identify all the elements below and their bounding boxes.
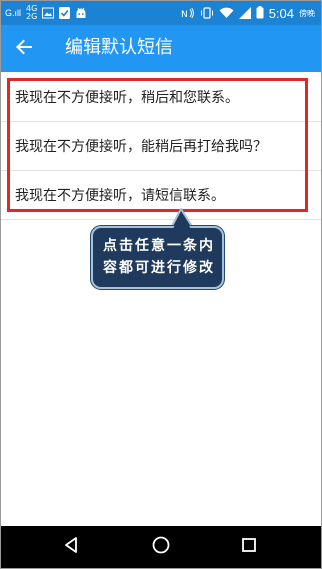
network-type: 4G 2G xyxy=(26,5,37,21)
time-period-label: 傍晚 xyxy=(299,8,315,18)
hint-text: 点击任意一条内容都可进行修改 xyxy=(103,238,215,276)
cellular-signal-icon xyxy=(238,4,251,23)
app-bar: 编辑默认短信 xyxy=(1,25,321,72)
message-list: 我现在不方便接听，稍后和您联系。 我现在不方便接听，能稍后再打给我吗？ 我现在不… xyxy=(1,72,321,220)
status-left: G.ıll 4G 2G xyxy=(5,4,87,22)
nav-recent-button[interactable] xyxy=(238,536,260,558)
network-2g: 2G xyxy=(26,12,38,21)
nfc-icon: N xyxy=(181,4,195,23)
arrow-left-icon xyxy=(15,38,33,60)
nav-back-button[interactable] xyxy=(60,536,82,558)
hint-callout: 点击任意一条内容都可进行修改 xyxy=(91,226,224,289)
status-right: N 5:04 傍晚 xyxy=(181,4,315,22)
status-bar: G.ıll 4G 2G N 5:04 傍晚 xyxy=(1,1,321,25)
checklist-icon xyxy=(59,4,71,23)
phone-screen: G.ıll 4G 2G N 5:04 傍晚 编辑默认短信 我现在不方便接听，稍后… xyxy=(0,0,322,569)
vibrate-icon xyxy=(200,4,214,23)
message-item-2[interactable]: 我现在不方便接听，能稍后再打给我吗？ xyxy=(1,122,321,171)
signal-text: G.ıll xyxy=(5,8,22,18)
triangle-back-icon xyxy=(63,536,79,558)
navigation-bar xyxy=(1,526,321,568)
android-icon xyxy=(75,4,87,23)
battery-icon xyxy=(256,4,264,23)
circle-home-icon xyxy=(151,535,171,559)
clock-time: 5:04 xyxy=(268,5,294,21)
back-button[interactable] xyxy=(11,36,37,62)
message-item-1[interactable]: 我现在不方便接听，稍后和您联系。 xyxy=(1,72,321,122)
svg-text:N: N xyxy=(181,10,188,19)
square-recent-icon xyxy=(240,536,258,558)
photo-icon xyxy=(42,4,55,23)
page-title: 编辑默认短信 xyxy=(65,37,173,58)
wifi-icon xyxy=(219,4,234,23)
message-item-3[interactable]: 我现在不方便接听，请短信联系。 xyxy=(1,171,321,220)
nav-home-button[interactable] xyxy=(150,536,172,558)
